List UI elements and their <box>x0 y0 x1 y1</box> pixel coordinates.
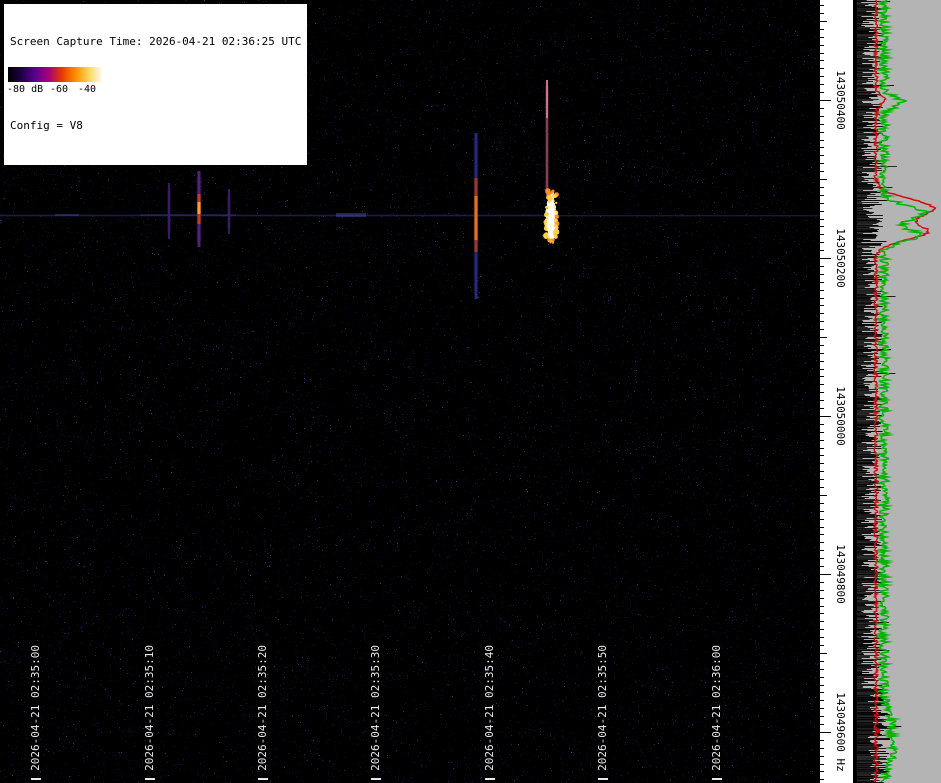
frequency-axis-label: 143049800 <box>834 544 847 604</box>
legend-label-min: -80 dB <box>7 84 44 95</box>
legend-label-max: -40 <box>78 84 97 95</box>
time-axis-label: 2026-04-21 02:35:30 <box>369 645 382 771</box>
legend-label-mid: -60 <box>50 84 69 95</box>
time-axis-tick <box>258 778 268 780</box>
intensity-legend: -80 dB -60 -40 <box>5 63 106 100</box>
time-axis-label: 2026-04-21 02:35:50 <box>596 645 609 771</box>
frequency-axis-label: 143050000 <box>834 386 847 446</box>
time-axis-label: 2026-04-21 02:35:20 <box>256 645 269 771</box>
frequency-axis-label: 143049600 Hz <box>834 692 847 772</box>
time-axis-label: 2026-04-21 02:35:00 <box>29 645 42 771</box>
live-spectrum-panel <box>857 0 941 783</box>
time-axis-label: 2026-04-21 02:35:10 <box>143 645 156 771</box>
time-axis-label: 2026-04-21 02:35:40 <box>483 645 496 771</box>
time-axis-label: 2026-04-21 02:36:00 <box>710 645 723 771</box>
time-axis-tick <box>598 778 608 780</box>
time-axis-tick <box>31 778 41 780</box>
time-axis-tick <box>712 778 722 780</box>
frequency-axis-label: 143050200 <box>834 228 847 288</box>
time-axis-tick <box>485 778 495 780</box>
capture-time-line: Screen Capture Time: 2026-04-21 02:36:25… <box>10 35 302 48</box>
time-axis-tick <box>371 778 381 780</box>
config-line: Config = V8 <box>10 119 83 132</box>
time-axis-tick <box>145 778 155 780</box>
intensity-gradient-bar <box>8 67 103 82</box>
spectrogram-screen-capture: Screen Capture Time: 2026-04-21 02:36:25… <box>0 0 941 783</box>
frequency-axis-label: 143050400 <box>834 70 847 130</box>
